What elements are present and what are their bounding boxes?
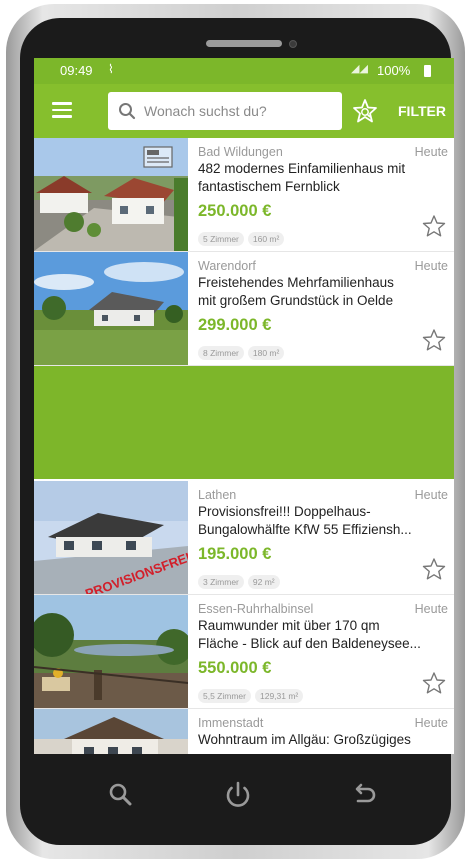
notification-icon: ⌇ xyxy=(108,62,114,76)
listing-date: Heute xyxy=(414,259,448,273)
listing-card[interactable]: Immenstadt Heute Wohntraum im Allgäu: Gr… xyxy=(34,709,454,754)
listing-date: Heute xyxy=(414,716,448,730)
rooms-tag: 5 Zimmer xyxy=(198,232,244,246)
system-nav-bar xyxy=(34,754,454,844)
area-tag: 129,31 m² xyxy=(254,689,304,703)
listing-tags: 5 Zimmer 160 m² xyxy=(198,229,288,247)
rooms-tag: 3 Zimmer xyxy=(198,575,244,589)
search-icon[interactable] xyxy=(104,778,138,812)
listing-photo xyxy=(34,595,188,708)
listing-title: Wohntraum im Allgäu: Großzügiges xyxy=(198,732,411,747)
listing-location: Lathen xyxy=(198,488,237,502)
phone-camera xyxy=(289,40,297,48)
listing-price: 299.000 € xyxy=(198,316,272,334)
listing-photo xyxy=(34,709,188,754)
listing-card[interactable]: Essen-Ruhrhalbinsel Heute Raumwunder mit… xyxy=(34,595,454,709)
star-outline-icon[interactable] xyxy=(422,671,446,695)
search-placeholder: Wonach suchst du? xyxy=(144,103,267,119)
rooms-tag: 8 Zimmer xyxy=(198,346,244,360)
area-tag: 160 m² xyxy=(247,232,285,246)
image-gallery-icon xyxy=(143,146,173,168)
phone-speaker xyxy=(206,40,282,47)
star-outline-icon[interactable] xyxy=(422,214,446,238)
listing-location: Essen-Ruhrhalbinsel xyxy=(198,602,314,616)
back-icon[interactable] xyxy=(346,778,380,812)
listing-location: Warendorf xyxy=(198,259,256,273)
battery-level: 100% xyxy=(377,63,411,78)
listing-tags: 3 Zimmer 92 m² xyxy=(198,572,284,590)
listing-tags: 8 Zimmer 180 m² xyxy=(198,343,288,361)
listing-price: 195.000 € xyxy=(198,545,272,563)
star-outline-icon[interactable] xyxy=(422,557,446,581)
listing-card[interactable]: Bad Wildungen Heute 482 modernes Einfami… xyxy=(34,138,454,252)
listing-tags: 5,5 Zimmer 129,31 m² xyxy=(198,686,307,704)
power-icon[interactable] xyxy=(221,778,255,812)
search-icon xyxy=(119,103,136,120)
battery-icon xyxy=(424,65,431,77)
listing-date: Heute xyxy=(414,145,448,159)
listing-location: Bad Wildungen xyxy=(198,145,283,159)
star-search-icon[interactable] xyxy=(352,98,378,124)
listing-location: Immenstadt xyxy=(198,716,264,730)
signal-icon: ◢◢ xyxy=(351,63,368,75)
app-bar: Wonach suchst du? FILTER xyxy=(34,84,454,138)
rooms-tag: 5,5 Zimmer xyxy=(198,689,251,703)
listing-photo xyxy=(34,252,188,365)
star-outline-icon[interactable] xyxy=(422,328,446,352)
listing-title: Raumwunder mit über 170 qm Fläche - Blic… xyxy=(198,618,421,651)
listing-title: Provisionsfrei!!! Doppelhaus- Bungalowhä… xyxy=(198,504,412,537)
status-time: 09:49 xyxy=(60,63,93,78)
filter-button[interactable]: FILTER xyxy=(398,103,446,119)
app-screen: 09:49 ⌇ ◢◢ 100% Wonach suchst du? FILTER xyxy=(34,58,454,754)
listing-date: Heute xyxy=(414,488,448,502)
listing-date: Heute xyxy=(414,602,448,616)
hamburger-menu-icon[interactable] xyxy=(52,102,72,118)
listing-photo xyxy=(34,138,188,251)
listing-title: 482 modernes Einfamilienhaus mit fantast… xyxy=(198,161,406,194)
area-tag: 180 m² xyxy=(247,346,285,360)
listing-card[interactable]: PROVISIONSFREI Lathen Heute Provisionsfr… xyxy=(34,481,454,595)
ad-banner[interactable] xyxy=(34,366,454,479)
listing-price: 250.000 € xyxy=(198,202,272,220)
listing-card[interactable]: Warendorf Heute Freistehendes Mehrfamili… xyxy=(34,252,454,366)
listing-photo: PROVISIONSFREI xyxy=(34,481,188,594)
listing-title: Freistehendes Mehrfamilienhaus mit große… xyxy=(198,275,394,308)
status-bar: 09:49 ⌇ ◢◢ 100% xyxy=(34,58,454,84)
area-tag: 92 m² xyxy=(247,575,280,589)
search-input[interactable]: Wonach suchst du? xyxy=(108,92,342,130)
listing-price: 550.000 € xyxy=(198,659,272,677)
